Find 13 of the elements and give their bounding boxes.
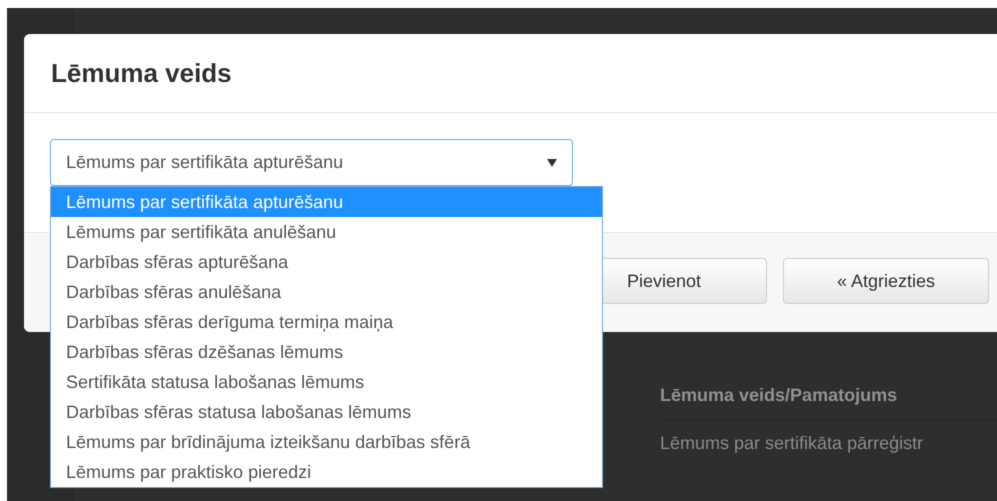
dropdown-option[interactable]: Darbības sfēras statusa labošanas lēmums: [51, 397, 602, 427]
dropdown-option[interactable]: Lēmums par brīdinājuma izteikšanu darbības sfērā: [51, 427, 602, 457]
column-header: Lēmuma veids/Pamatojums: [660, 385, 898, 405]
caret-icon: [547, 158, 557, 166]
dropdown-option[interactable]: Lēmums par praktisko pieredzi: [51, 457, 602, 487]
dropdown-option[interactable]: Darbības sfēras derīguma termiņa maiņa: [51, 307, 602, 337]
dropdown-option[interactable]: Lēmums par sertifikāta anulēšanu: [51, 217, 602, 247]
dropdown-option[interactable]: Sertifikāta statusa labošanas lēmums: [51, 367, 602, 397]
dropdown-option[interactable]: Darbības sfēras dzēšanas lēmums: [51, 337, 602, 367]
select-field[interactable]: Lēmums par sertifikāta apturēšanu: [50, 139, 573, 186]
footer-button[interactable]: « Atgriezties: [783, 258, 989, 304]
table-cell-text: Lēmums par sertifikāta pārreģistr: [660, 432, 924, 455]
modal-title: Lēmuma veids: [51, 56, 232, 90]
